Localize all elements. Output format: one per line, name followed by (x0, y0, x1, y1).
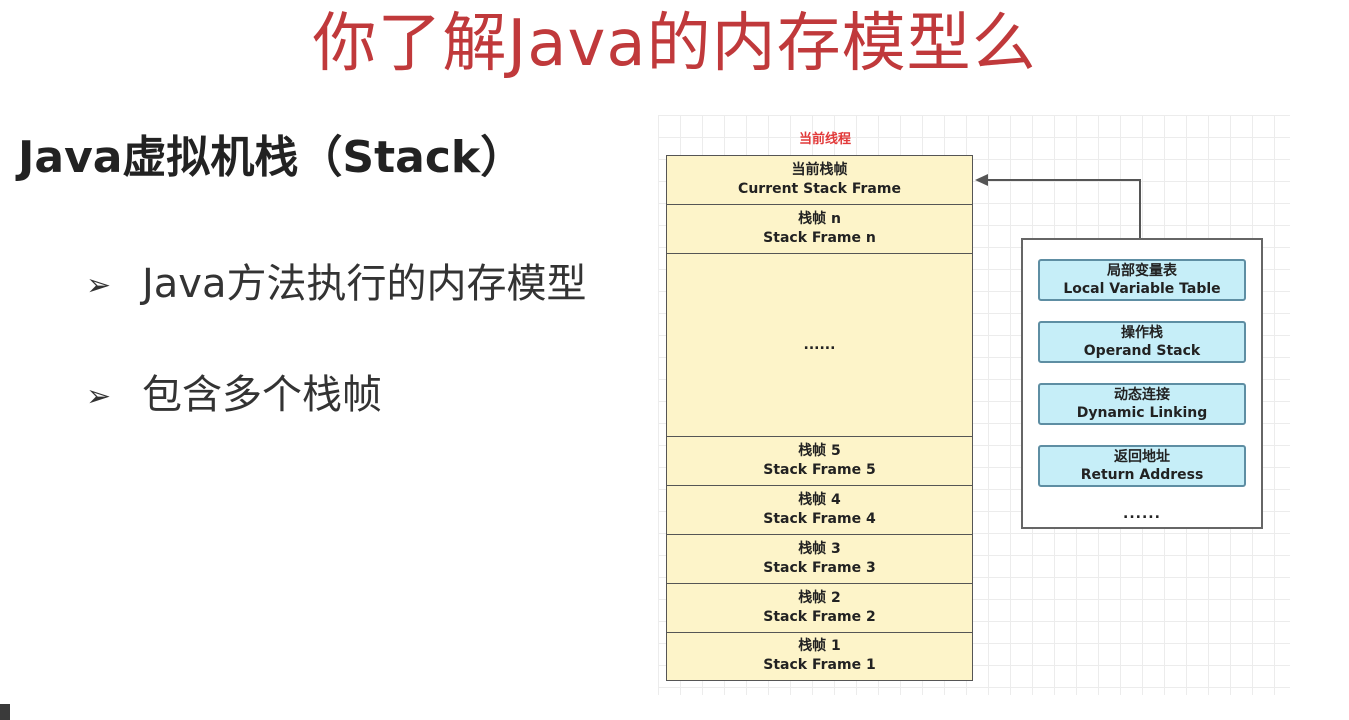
frame-label-en: Stack Frame 4 (763, 511, 876, 527)
frame-label-cn: 栈帧 4 (798, 492, 841, 508)
detail-ellipsis: ...... (1123, 506, 1161, 522)
frame-label-en: Stack Frame 3 (763, 560, 876, 576)
slide: 你了解Java的内存模型么 Java虚拟机栈（Stack） ➢ Java方法执行的… (0, 0, 1349, 720)
frame-label-cn: 栈帧 2 (798, 590, 841, 606)
corner-mark (0, 704, 10, 720)
detail-operand-stack: 操作栈 Operand Stack (1038, 321, 1246, 363)
detail-label-en: Local Variable Table (1063, 281, 1221, 297)
detail-label-cn: 返回地址 (1114, 449, 1170, 465)
detail-label-en: Operand Stack (1083, 343, 1201, 359)
detail-label-en: Dynamic Linking (1076, 405, 1208, 421)
bullet-item: ➢ 包含多个栈帧 (86, 367, 382, 425)
stack-frame-current: 当前栈帧 Current Stack Frame (667, 156, 972, 205)
frame-label-en: Stack Frame 2 (763, 609, 876, 625)
frame-label-en: Current Stack Frame (738, 181, 901, 197)
detail-label-en: Return Address (1080, 467, 1204, 483)
stack-frame-3: 栈帧 3 Stack Frame 3 (667, 535, 972, 584)
bullet-text: Java方法执行的内存模型 (142, 261, 587, 307)
detail-label-cn: 操作栈 (1121, 325, 1163, 341)
slide-title: 你了解Java的内存模型么 (312, 7, 1037, 81)
frame-label-cn: 当前栈帧 (791, 162, 848, 178)
stack-column: 当前栈帧 Current Stack Frame 栈帧 n Stack Fram… (666, 155, 973, 681)
frame-label-cn: 栈帧 3 (798, 541, 841, 557)
stack-frame-4: 栈帧 4 Stack Frame 4 (667, 486, 972, 535)
stack-frame-ellipsis: ...... (667, 254, 972, 437)
detail-return-address: 返回地址 Return Address (1038, 445, 1246, 487)
arrow-bullet-icon: ➢ (86, 379, 112, 414)
stack-frame-5: 栈帧 5 Stack Frame 5 (667, 437, 972, 486)
stack-frame-2: 栈帧 2 Stack Frame 2 (667, 584, 972, 633)
stack-frame-n: 栈帧 n Stack Frame n (667, 205, 972, 254)
arrow-bullet-icon: ➢ (86, 268, 112, 303)
section-heading: Java虚拟机栈（Stack） (18, 132, 525, 183)
stack-frame-1: 栈帧 1 Stack Frame 1 (667, 633, 972, 679)
frame-label-cn: 栈帧 5 (798, 443, 841, 459)
detail-local-variable-table: 局部变量表 Local Variable Table (1038, 259, 1246, 301)
bullet-text: 包含多个栈帧 (142, 372, 382, 418)
frame-detail-box: 局部变量表 Local Variable Table 操作栈 Operand S… (1021, 238, 1263, 529)
frame-label-cn: 栈帧 1 (798, 638, 841, 654)
frame-label-en: Stack Frame 1 (763, 657, 876, 673)
bullet-item: ➢ Java方法执行的内存模型 (86, 256, 587, 314)
detail-dynamic-linking: 动态连接 Dynamic Linking (1038, 383, 1246, 425)
frame-label-cn: 栈帧 n (798, 211, 841, 227)
detail-label-cn: 动态连接 (1114, 387, 1170, 403)
frame-label-en: Stack Frame 5 (763, 462, 876, 478)
frame-ellipsis: ...... (803, 336, 836, 353)
thread-label: 当前线程 (798, 132, 851, 147)
frame-label-en: Stack Frame n (763, 230, 876, 246)
detail-label-cn: 局部变量表 (1107, 263, 1177, 279)
